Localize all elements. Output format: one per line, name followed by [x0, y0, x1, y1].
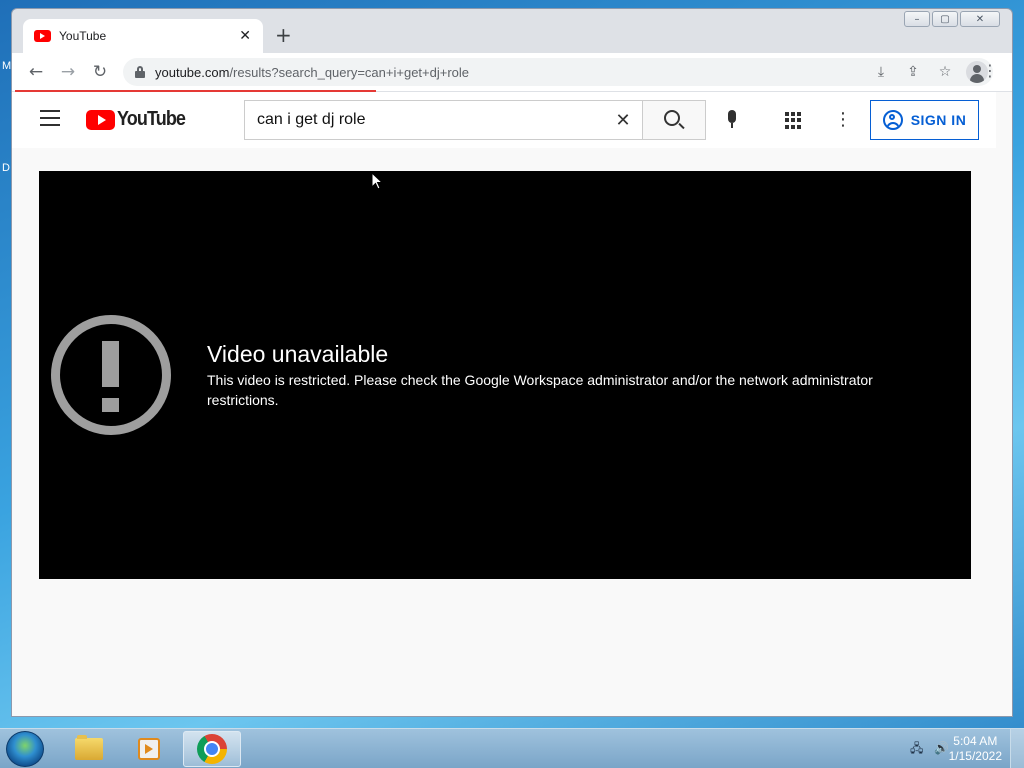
clock-date: 1/15/2022 [948, 749, 1002, 763]
network-icon[interactable]: 🖧 [910, 741, 924, 755]
volume-icon[interactable]: 🔊 [934, 741, 949, 755]
video-player[interactable]: Video unavailable This video is restrict… [39, 171, 971, 579]
error-title: Video unavailable [207, 341, 389, 367]
clock[interactable]: 5:04 AM 1/15/2022 [949, 734, 1002, 764]
desktop-icon-label: D [2, 162, 10, 174]
window-controls: – ▢ ✕ [904, 11, 1000, 27]
chrome-icon [197, 734, 227, 764]
browser-menu-icon[interactable]: ⋮ [980, 61, 1000, 80]
start-button[interactable] [6, 731, 44, 767]
url-host: youtube.com [155, 64, 230, 80]
error-message: This video is restricted. Please check t… [207, 372, 873, 408]
url-path: /results?search_query=can+i+get+dj+role [229, 64, 470, 80]
microphone-icon[interactable] [727, 110, 737, 130]
browser-window: – ▢ ✕ YouTube ✕ + ← → ↻ youtube.com/resu… [11, 8, 1013, 717]
address-bar[interactable]: youtube.com/results?search_query=can+i+g… [123, 58, 993, 86]
forward-button[interactable]: → [52, 56, 84, 88]
clock-time: 5:04 AM [953, 734, 998, 748]
search-button[interactable] [642, 100, 706, 140]
taskbar: 🖧 🔊 5:04 AM 1/15/2022 [0, 728, 1024, 768]
search-input[interactable]: can i get dj role ✕ [244, 100, 643, 140]
close-window-button[interactable]: ✕ [960, 11, 1000, 27]
folder-icon [75, 735, 103, 760]
mouse-cursor-icon [371, 171, 384, 190]
media-player-icon [138, 738, 160, 760]
clear-search-icon[interactable]: ✕ [603, 110, 643, 131]
account-circle-icon [882, 110, 903, 130]
system-tray: 🖧 🔊 [910, 741, 949, 755]
desktop-icon-label: M [2, 60, 12, 72]
bookmark-star-icon[interactable]: ☆ [929, 64, 961, 80]
omnibox-actions: ⤓ ⇪ ☆ [865, 58, 993, 86]
youtube-logo-text: YouTube [117, 108, 186, 130]
youtube-page: YouTube can i get dj role ✕ ⋮ SIGN IN Vi… [12, 92, 1012, 716]
lock-icon[interactable] [135, 66, 145, 78]
youtube-logo[interactable]: YouTube [86, 108, 193, 131]
youtube-favicon-icon [34, 30, 51, 42]
show-desktop-button[interactable] [1010, 729, 1024, 768]
apps-grid-icon[interactable] [785, 112, 802, 129]
youtube-play-logo-icon [86, 109, 115, 130]
tab-title: YouTube [59, 29, 107, 43]
youtube-header: YouTube can i get dj role ✕ ⋮ SIGN IN [12, 92, 996, 148]
maximize-button[interactable]: ▢ [932, 11, 958, 27]
url-text[interactable]: youtube.com/results?search_query=can+i+g… [155, 65, 469, 80]
sign-in-label: SIGN IN [910, 112, 967, 128]
new-tab-button[interactable]: + [275, 25, 292, 45]
back-button[interactable]: ← [20, 56, 52, 88]
taskbar-chrome[interactable] [183, 731, 241, 767]
taskbar-file-explorer[interactable] [60, 731, 118, 767]
hamburger-menu-icon[interactable] [40, 110, 60, 126]
taskbar-media-player[interactable] [120, 731, 178, 767]
install-app-icon[interactable]: ⤓ [865, 64, 897, 80]
sign-in-button[interactable]: SIGN IN [870, 100, 979, 140]
minimize-button[interactable]: – [904, 11, 930, 27]
search-icon [664, 110, 680, 126]
share-icon[interactable]: ⇪ [897, 64, 929, 80]
search-query[interactable]: can i get dj role [257, 111, 603, 129]
browser-toolbar: ← → ↻ youtube.com/results?search_query=c… [12, 53, 1012, 91]
settings-more-icon[interactable]: ⋮ [834, 110, 852, 130]
tab-close-icon[interactable]: ✕ [239, 28, 251, 44]
tab-youtube[interactable]: YouTube ✕ [23, 19, 263, 53]
exclamation-warning-icon [51, 315, 171, 435]
reload-button[interactable]: ↻ [84, 56, 116, 88]
